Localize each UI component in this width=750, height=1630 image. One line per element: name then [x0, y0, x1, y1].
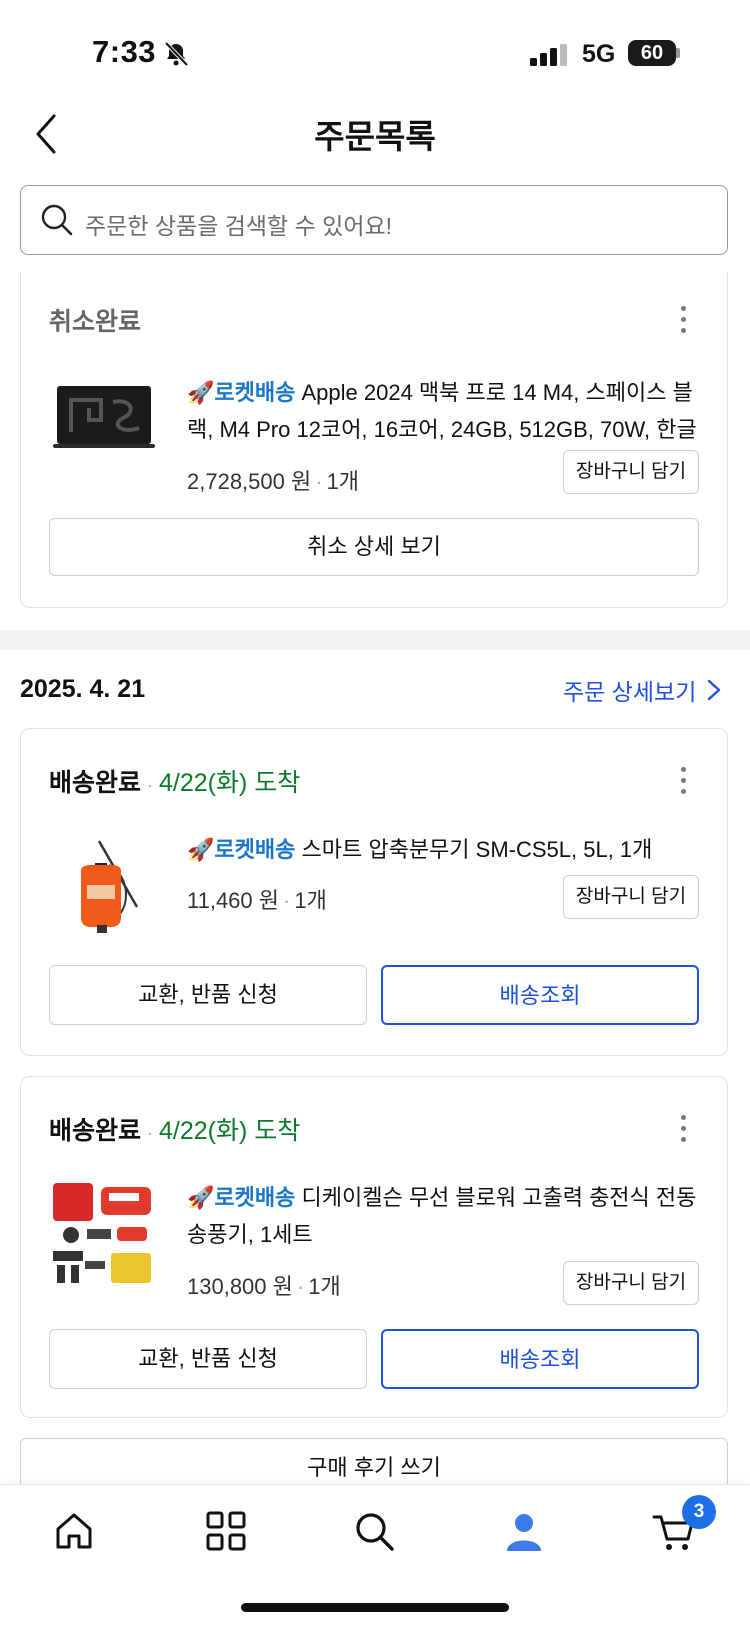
add-to-cart-button[interactable]: 장바구니 담기: [563, 875, 699, 919]
product-name[interactable]: 🚀로켓배송 디케이켈슨 무선 블로워 고출력 충전식 전동 송풍기, 1세트: [187, 1179, 697, 1253]
category-grid-icon[interactable]: [204, 1509, 248, 1553]
search-icon[interactable]: [352, 1509, 396, 1553]
silent-bell-icon: [164, 41, 189, 67]
order-card-cancelled: 취소완료 🚀로켓배송 Apple 2024 맥북 프로 14 M4, 스페이스 …: [20, 272, 728, 608]
rocket-icon: 🚀: [187, 1185, 215, 1210]
search-placeholder: 주문한 상품을 검색할 수 있어요!: [85, 213, 393, 239]
product-thumbnail[interactable]: [51, 835, 157, 941]
battery-cap: [676, 48, 680, 58]
product-quantity: 1개: [308, 1274, 341, 1299]
track-delivery-button[interactable]: 배송조회: [381, 1329, 699, 1389]
section-divider: [0, 630, 750, 650]
add-to-cart-button[interactable]: 장바구니 담기: [563, 1261, 699, 1305]
delivery-status-row: 배송완료 · 4/22(화) 도착: [49, 1117, 301, 1145]
arrival-date: 4/22(화) 도착: [159, 769, 301, 797]
search-icon: [41, 204, 73, 236]
exchange-return-button[interactable]: 교환, 반품 신청: [49, 965, 367, 1025]
product-price-row: 11,460 원 · 1개: [187, 888, 327, 913]
more-options-icon[interactable]: [681, 306, 687, 339]
delivery-status: 배송완료: [49, 769, 142, 797]
search-input[interactable]: 주문한 상품을 검색할 수 있어요!: [20, 185, 728, 255]
delivery-status: 배송완료: [49, 1117, 142, 1145]
product-thumbnail[interactable]: [51, 362, 157, 468]
order-card: 배송완료 · 4/22(화) 도착 🚀로켓배송 디케이켈슨 무선 블로워 고출력 충…: [20, 1076, 728, 1418]
network-type: 5G: [582, 40, 616, 68]
cart-count-badge: 3: [682, 1495, 716, 1529]
delivery-status-row: 배송완료 · 4/22(화) 도착: [49, 769, 301, 797]
product-price-row: 2,728,500 원 · 1개: [187, 469, 360, 494]
cancel-detail-button[interactable]: 취소 상세 보기: [49, 518, 699, 576]
chevron-right-icon[interactable]: [706, 678, 722, 702]
add-to-cart-button[interactable]: 장바구니 담기: [563, 450, 699, 494]
status-time: 7:33: [92, 34, 157, 69]
product-price: 11,460 원: [187, 888, 280, 913]
rocket-badge: 로켓배송: [214, 837, 296, 862]
product-price-row: 130,800 원 · 1개: [187, 1274, 341, 1299]
my-page-icon[interactable]: [502, 1509, 546, 1553]
product-price: 2,728,500 원: [187, 469, 312, 494]
product-name[interactable]: 🚀로켓배송 스마트 압축분무기 SM-CS5L, 5L, 1개: [187, 831, 697, 868]
home-indicator: [241, 1603, 509, 1612]
page-title: 주문목록: [314, 118, 436, 155]
more-options-icon[interactable]: [681, 1115, 687, 1148]
more-options-icon[interactable]: [681, 767, 687, 800]
rocket-icon: 🚀: [187, 380, 215, 405]
product-name[interactable]: 🚀로켓배송 Apple 2024 맥북 프로 14 M4, 스페이스 블랙, M…: [187, 374, 697, 448]
order-date: 2025. 4. 21: [20, 675, 146, 703]
product-thumbnail[interactable]: [51, 1181, 157, 1287]
exchange-return-button[interactable]: 교환, 반품 신청: [49, 1329, 367, 1389]
product-name-text: 스마트 압축분무기 SM-CS5L, 5L, 1개: [301, 837, 653, 862]
arrival-date: 4/22(화) 도착: [159, 1117, 301, 1145]
product-price: 130,800 원: [187, 1274, 293, 1299]
order-detail-link[interactable]: 주문 상세보기: [563, 673, 696, 707]
rocket-icon: 🚀: [187, 837, 215, 862]
track-delivery-button[interactable]: 배송조회: [381, 965, 699, 1025]
order-card: 배송완료 · 4/22(화) 도착 🚀로켓배송 스마트 압축분무기 SM-CS5L,…: [20, 728, 728, 1056]
rocket-badge: 로켓배송: [214, 1185, 296, 1210]
product-quantity: 1개: [326, 469, 360, 494]
product-quantity: 1개: [294, 888, 327, 913]
battery-indicator: 60: [628, 40, 676, 66]
signal-icon: [530, 44, 567, 66]
order-status: 취소완료: [49, 308, 142, 336]
home-icon[interactable]: [52, 1509, 96, 1553]
rocket-badge: 로켓배송: [214, 380, 296, 405]
